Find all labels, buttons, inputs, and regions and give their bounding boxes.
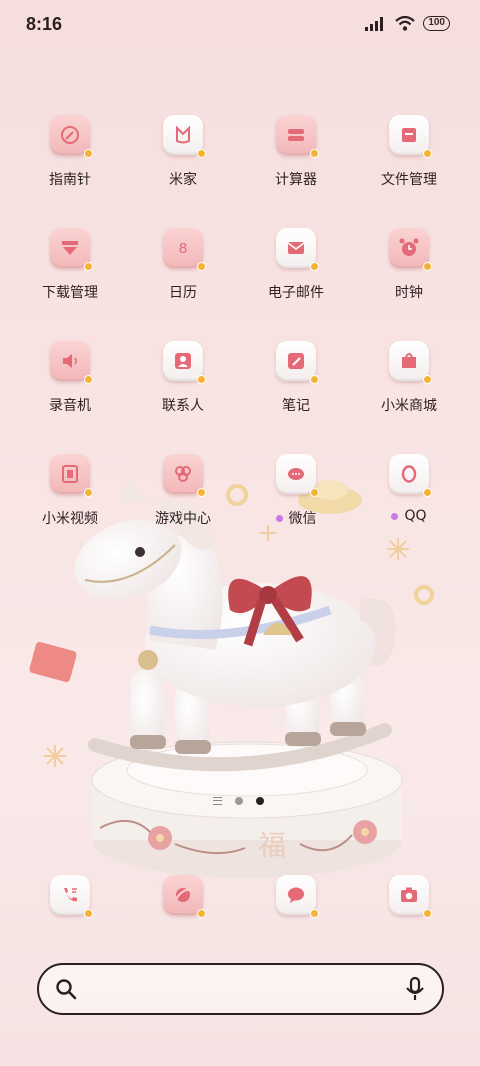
update-badge	[423, 149, 432, 158]
app-label-row: 微信	[275, 508, 317, 528]
mijia-icon	[163, 115, 206, 158]
app-label: 笔记	[282, 398, 310, 414]
app-mi-video[interactable]: 小米视频	[15, 454, 125, 554]
app-notes[interactable]: 笔记	[241, 341, 351, 441]
update-badge	[197, 375, 206, 384]
app-downloads[interactable]: 下载管理	[15, 228, 125, 328]
update-badge	[197, 909, 206, 918]
microphone-icon[interactable]	[404, 976, 426, 1002]
search-bar[interactable]	[37, 963, 444, 1015]
status-bar: 8:16 100	[0, 0, 480, 50]
dock-messages[interactable]	[241, 875, 351, 925]
update-badge	[310, 149, 319, 158]
fortune-character: 福	[258, 829, 286, 862]
app-wechat[interactable]: 微信	[241, 454, 351, 554]
app-qq[interactable]: QQ	[354, 454, 464, 554]
app-label: 计算器	[275, 172, 317, 188]
game-center-icon	[163, 454, 206, 497]
clock-time: 8:16	[26, 14, 63, 34]
app-label: 联系人	[162, 398, 204, 414]
update-badge	[197, 488, 206, 497]
app-mi-store[interactable]: 小米商城	[354, 341, 464, 441]
app-label: 时钟	[395, 285, 423, 301]
update-badge	[423, 909, 432, 918]
app-drawer-lines-icon	[213, 797, 222, 805]
app-contacts[interactable]: 联系人	[128, 341, 238, 441]
system-icons: 100	[365, 16, 450, 31]
signal-icon	[365, 16, 384, 31]
update-badge	[310, 909, 319, 918]
new-install-dot	[275, 514, 283, 522]
dock-phone[interactable]	[15, 875, 125, 925]
search-icon	[56, 979, 77, 1000]
qq-icon	[389, 454, 432, 497]
dock-camera[interactable]	[354, 875, 464, 925]
app-label: 指南针	[49, 172, 91, 188]
update-badge	[197, 149, 206, 158]
app-compass[interactable]: 指南针	[15, 115, 125, 215]
app-label-row: QQ	[391, 508, 427, 524]
update-badge	[423, 488, 432, 497]
app-email[interactable]: 电子邮件	[241, 228, 351, 328]
app-label: 微信	[288, 511, 317, 527]
folder-icon	[389, 115, 432, 158]
app-clock[interactable]: 时钟	[354, 228, 464, 328]
page-dot-active	[256, 797, 264, 805]
messages-icon	[276, 875, 319, 918]
phone-icon	[50, 875, 93, 918]
alarm-clock-icon	[389, 228, 432, 271]
app-label: 小米视频	[42, 511, 98, 527]
app-file-manager[interactable]: 文件管理	[354, 115, 464, 215]
notes-icon	[276, 341, 319, 384]
app-label: 游戏中心	[155, 511, 211, 527]
calculator-icon	[276, 115, 319, 158]
wechat-icon	[276, 454, 319, 497]
recorder-icon	[50, 341, 93, 384]
update-badge	[84, 909, 93, 918]
update-badge	[84, 262, 93, 271]
app-label: 小米商城	[381, 398, 437, 414]
mail-icon	[276, 228, 319, 271]
update-badge	[423, 375, 432, 384]
app-label: 文件管理	[381, 172, 437, 188]
app-label: 录音机	[49, 398, 91, 414]
app-label: 电子邮件	[268, 285, 324, 301]
wifi-icon	[395, 16, 416, 31]
calendar-date: 8	[178, 239, 188, 257]
update-badge	[84, 149, 93, 158]
update-badge	[310, 375, 319, 384]
update-badge	[84, 488, 93, 497]
contact-icon	[163, 341, 206, 384]
update-badge	[423, 262, 432, 271]
browser-icon	[163, 875, 206, 918]
download-icon	[50, 228, 93, 271]
app-calculator[interactable]: 计算器	[241, 115, 351, 215]
app-mijia[interactable]: 米家	[128, 115, 238, 215]
page-indicator[interactable]	[213, 797, 264, 805]
page-dot	[235, 797, 243, 805]
video-icon	[50, 454, 93, 497]
app-calendar[interactable]: 8 日历	[128, 228, 238, 328]
app-game-center[interactable]: 游戏中心	[128, 454, 238, 554]
calendar-icon: 8	[163, 228, 206, 271]
app-label: 下载管理	[42, 285, 98, 301]
app-label: QQ	[404, 508, 427, 524]
update-badge	[310, 488, 319, 497]
battery-indicator: 100	[423, 16, 450, 31]
update-badge	[84, 375, 93, 384]
dock-browser[interactable]	[128, 875, 238, 925]
app-label: 日历	[169, 285, 197, 301]
mi-store-icon	[389, 341, 432, 384]
new-install-dot	[391, 512, 399, 520]
update-badge	[197, 262, 206, 271]
camera-icon	[389, 875, 432, 918]
app-recorder[interactable]: 录音机	[15, 341, 125, 441]
compass-icon	[50, 115, 93, 158]
update-badge	[310, 262, 319, 271]
app-label: 米家	[169, 172, 197, 188]
